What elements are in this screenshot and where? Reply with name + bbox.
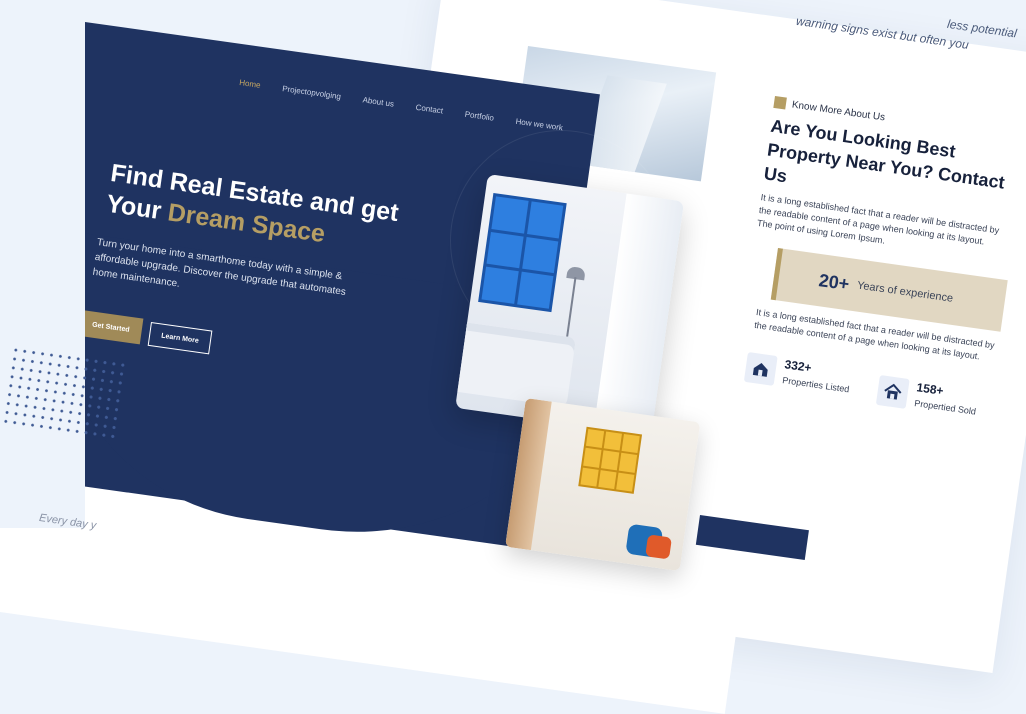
- background-strip: [0, 0, 85, 528]
- eyebrow-square-icon: [773, 96, 787, 110]
- interior-photo: [505, 398, 701, 572]
- dot-pattern-front: [0, 345, 129, 441]
- experience-number: 20+: [817, 269, 851, 294]
- living-room-photo: [455, 174, 685, 436]
- house-icon: [875, 375, 910, 409]
- house-hand-icon: [743, 352, 778, 386]
- experience-label: Years of experience: [856, 279, 954, 305]
